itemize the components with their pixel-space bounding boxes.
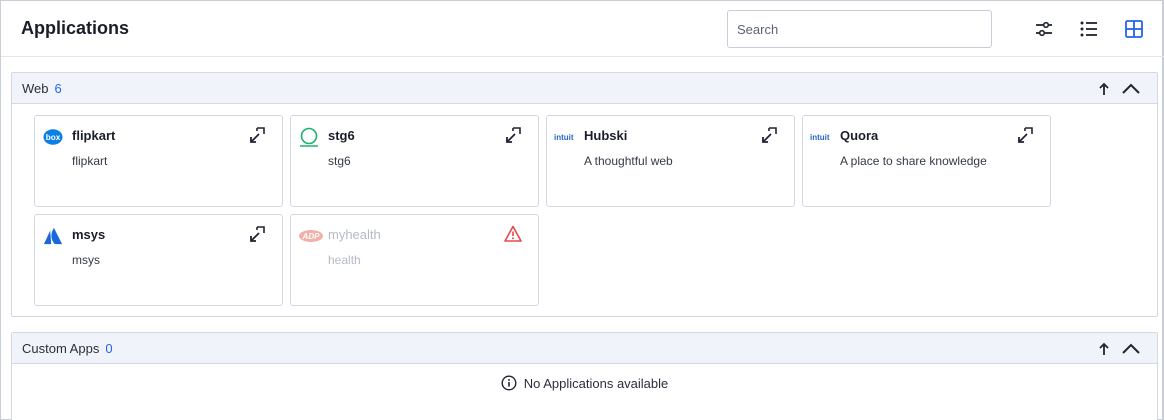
app-card-quora[interactable]: intuit Quora A place to share knowledge [802, 115, 1051, 207]
launch-arrow-icon[interactable] [1016, 126, 1034, 144]
intuit-logo-icon: intuit [810, 127, 836, 147]
section-count: 0 [105, 341, 113, 356]
section-title-text: Custom Apps [22, 341, 100, 356]
app-name: msys [72, 227, 106, 242]
launch-arrow-icon[interactable] [504, 126, 522, 144]
app-name: flipkart [72, 128, 116, 143]
search-input[interactable] [727, 10, 992, 48]
ring-logo-icon [299, 127, 319, 147]
section-title: Web 6 [22, 81, 62, 96]
section-header[interactable]: Web 6 [12, 73, 1157, 104]
panel-header: Applications [1, 1, 1164, 57]
list-view-button[interactable] [1077, 17, 1101, 41]
section-header[interactable]: Custom Apps 0 [12, 333, 1157, 364]
section-count: 6 [54, 81, 62, 96]
launch-arrow-icon[interactable] [760, 126, 778, 144]
app-card-msys[interactable]: msys msys [34, 214, 283, 306]
filter-settings-button[interactable] [1032, 17, 1056, 41]
empty-message: No Applications available [523, 375, 669, 391]
section-title-text: Web [22, 81, 49, 96]
app-description: flipkart [72, 154, 108, 168]
info-icon [501, 375, 517, 391]
warning-triangle-icon[interactable] [504, 225, 522, 243]
box-logo-icon: box [43, 127, 63, 147]
app-card-stg6[interactable]: stg6 stg6 [290, 115, 539, 207]
launch-arrow-icon[interactable] [248, 126, 266, 144]
section-web: Web 6 box flipkart flipkart stg6 stg6 in… [11, 72, 1158, 317]
section-title: Custom Apps 0 [22, 341, 113, 356]
intuit-logo-text: intuit [810, 133, 830, 142]
list-icon [1080, 21, 1097, 37]
arrow-up-icon[interactable] [1097, 81, 1111, 97]
app-card-myhealth[interactable]: ADP myhealth health [290, 214, 539, 306]
adp-logo-text: ADP [302, 232, 321, 241]
launch-arrow-icon[interactable] [248, 225, 266, 243]
app-card-flipkart[interactable]: box flipkart flipkart [34, 115, 283, 207]
atlassian-logo-icon [43, 226, 63, 246]
grid-icon [1125, 20, 1143, 38]
section-custom-apps: Custom Apps 0 No Applications available [11, 332, 1158, 420]
app-description: msys [72, 253, 100, 267]
app-description: health [328, 253, 361, 267]
box-logo-text: box [46, 133, 61, 142]
app-name: myhealth [328, 227, 381, 242]
app-description: A place to share knowledge [840, 154, 987, 168]
app-name: Hubski [584, 128, 628, 143]
app-description: stg6 [328, 154, 351, 168]
app-description: A thoughtful web [584, 154, 673, 168]
arrow-up-icon[interactable] [1097, 341, 1111, 357]
empty-state: No Applications available [12, 375, 1157, 394]
chevron-up-icon[interactable] [1121, 79, 1141, 97]
chevron-up-icon[interactable] [1121, 339, 1141, 357]
intuit-logo-icon: intuit [554, 127, 580, 147]
applications-panel: Applications Search Web 6 box flipkart f… [0, 0, 1164, 420]
grid-view-button[interactable] [1122, 17, 1146, 41]
app-name: Quora [840, 128, 879, 143]
page-title: Applications [21, 18, 130, 38]
app-name: stg6 [328, 128, 355, 143]
sliders-icon [1036, 21, 1052, 37]
adp-logo-icon: ADP [298, 226, 324, 246]
intuit-logo-text: intuit [554, 133, 574, 142]
app-card-hubski[interactable]: intuit Hubski A thoughtful web [546, 115, 795, 207]
